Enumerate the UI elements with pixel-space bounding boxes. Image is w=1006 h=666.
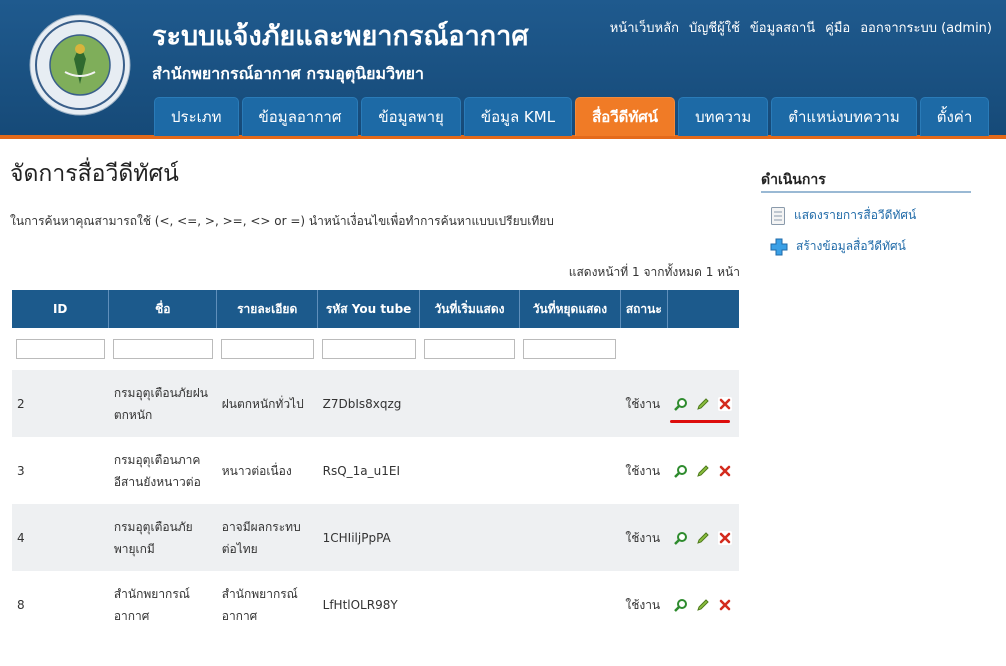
sidebar-link-list-label: แสดงรายการสื่อวีดีทัศน์ <box>794 208 917 222</box>
cell-youtube: 1CHIiljPpPA <box>317 504 420 571</box>
cell-id: 3 <box>12 437 109 504</box>
tab-storm-data[interactable]: ข้อมูลพายุ <box>361 97 461 136</box>
sidebar-divider <box>761 191 971 193</box>
tab-articles[interactable]: บทความ <box>678 97 769 136</box>
view-icon[interactable] <box>674 531 688 545</box>
view-icon[interactable] <box>674 464 688 478</box>
cell-actions <box>667 571 739 638</box>
cell-name: กรมอุตุเตือนภัยฝนตกหนัก <box>108 370 217 437</box>
column-header-name[interactable]: ชื่อ <box>108 290 218 328</box>
tab-weather-data[interactable]: ข้อมูลอากาศ <box>241 97 359 136</box>
sidebar-link-create-video[interactable]: สร้างข้อมูลสื่อวีดีทัศน์ <box>770 237 906 256</box>
cell-detail: อาจมีผลกระทบต่อไทย <box>216 504 318 571</box>
cell-status: ใช้งาน <box>620 571 668 638</box>
view-icon[interactable] <box>674 598 688 612</box>
column-header-id[interactable]: ID <box>12 290 110 328</box>
tab-settings[interactable]: ตั้งค่า <box>919 97 990 136</box>
sidebar-link-list-videos[interactable]: แสดงรายการสื่อวีดีทัศน์ <box>770 206 916 225</box>
main-nav: ประเภท ข้อมูลอากาศ ข้อมูลพายุ ข้อมูล KML… <box>154 97 990 136</box>
site-subtitle: สำนักพยากรณ์อากาศ กรมอุตุนิยมวิทยา <box>152 64 424 83</box>
cell-status: ใช้งาน <box>620 437 668 504</box>
filter-id-input[interactable] <box>16 339 105 359</box>
column-header-youtube[interactable]: รหัส You tube <box>317 290 421 328</box>
table-row: 2 กรมอุตุเตือนภัยฝนตกหนัก ฝนตกหนักทั่วไป… <box>12 370 739 437</box>
cell-start-date <box>419 370 520 437</box>
sidebar-title: ดำเนินการ <box>761 172 826 188</box>
filter-name-input[interactable] <box>112 339 213 359</box>
view-icon[interactable] <box>674 397 688 411</box>
column-header-status[interactable]: สถานะ <box>620 290 668 328</box>
edit-icon[interactable] <box>696 397 710 411</box>
page-title: จัดการสื่อวีดีทัศน์ <box>10 161 179 187</box>
delete-icon[interactable] <box>717 598 732 612</box>
department-logo-icon[interactable] <box>29 14 131 116</box>
cell-name: กรมอุตุเตือนภัยพายุเกมี <box>108 504 217 571</box>
cell-stop-date <box>519 437 621 504</box>
page-summary: แสดงหน้าที่ 1 จากทั้งหมด 1 หน้า <box>568 265 740 279</box>
cell-detail: สำนักพยากรณ์อากาศ <box>216 571 318 638</box>
site-header: ระบบแจ้งภัยและพยากรณ์อากาศ สำนักพยากรณ์อ… <box>0 0 1006 139</box>
cell-actions <box>667 504 739 571</box>
top-link-home[interactable]: หน้าเว็บหลัก <box>610 17 679 38</box>
edit-icon[interactable] <box>696 464 710 478</box>
tab-article-positions[interactable]: ตำแหน่งบทความ <box>771 97 917 136</box>
cell-id: 2 <box>12 370 109 437</box>
tab-video-media[interactable]: สื่อวีดีทัศน์ <box>575 97 676 136</box>
site-title: ระบบแจ้งภัยและพยากรณ์อากาศ <box>152 21 529 52</box>
column-header-detail[interactable]: รายละเอียด <box>216 290 319 328</box>
add-plus-icon <box>770 238 788 255</box>
top-link-station[interactable]: ข้อมูลสถานี <box>750 17 815 38</box>
cell-stop-date <box>519 370 621 437</box>
list-document-icon <box>771 206 785 225</box>
table-row: 8 สำนักพยากรณ์อากาศ สำนักพยากรณ์อากาศ Lf… <box>12 571 739 638</box>
highlight-underline <box>670 420 730 423</box>
cell-id: 4 <box>12 504 109 571</box>
cell-start-date <box>419 571 520 638</box>
edit-icon[interactable] <box>696 598 710 612</box>
cell-youtube: RsQ_1a_u1EI <box>317 437 420 504</box>
filter-start-date-input[interactable] <box>423 339 516 359</box>
cell-start-date <box>419 437 520 504</box>
sidebar-link-create-label: สร้างข้อมูลสื่อวีดีทัศน์ <box>796 239 906 253</box>
column-header-actions <box>667 290 739 328</box>
cell-youtube: Z7DbIs8xqzg <box>317 370 420 437</box>
top-link-account[interactable]: บัญชีผู้ใช้ <box>689 17 740 38</box>
cell-id: 8 <box>12 571 109 638</box>
cell-actions <box>667 370 739 437</box>
filter-detail-input[interactable] <box>220 339 314 359</box>
cell-youtube: LfHtlOLR98Y <box>317 571 420 638</box>
table-row: 3 กรมอุตุเตือนภาคอีสานยังหนาวต่อ หนาวต่อ… <box>12 437 739 504</box>
cell-status: ใช้งาน <box>620 504 668 571</box>
tab-category[interactable]: ประเภท <box>154 97 239 136</box>
filter-row <box>12 328 739 370</box>
cell-name: สำนักพยากรณ์อากาศ <box>108 571 217 638</box>
delete-icon[interactable] <box>717 531 732 545</box>
filter-youtube-input[interactable] <box>321 339 416 359</box>
top-links: หน้าเว็บหลัก บัญชีผู้ใช้ ข้อมูลสถานี คู่… <box>610 17 992 38</box>
filter-stop-date-input[interactable] <box>523 339 617 359</box>
table-row: 4 กรมอุตุเตือนภัยพายุเกมี อาจมีผลกระทบต่… <box>12 504 739 571</box>
cell-actions <box>667 437 739 504</box>
search-hint: ในการค้นหาคุณสามารถใช้ (<, <=, >, >=, <>… <box>10 214 554 228</box>
delete-icon[interactable] <box>717 397 732 411</box>
cell-status: ใช้งาน <box>620 370 668 437</box>
column-header-start-date[interactable]: วันที่เริ่มแสดง <box>419 290 520 328</box>
cell-stop-date <box>519 571 621 638</box>
column-header-stop-date[interactable]: วันที่หยุดแสดง <box>519 290 621 328</box>
cell-detail: หนาวต่อเนื่อง <box>216 437 318 504</box>
tab-kml-data[interactable]: ข้อมูล KML <box>463 97 573 136</box>
cell-stop-date <box>519 504 621 571</box>
cell-detail: ฝนตกหนักทั่วไป <box>216 370 318 437</box>
video-table: ID ชื่อ รายละเอียด รหัส You tube วันที่เ… <box>12 290 739 638</box>
cell-name: กรมอุตุเตือนภาคอีสานยังหนาวต่อ <box>108 437 217 504</box>
top-link-logout[interactable]: ออกจากระบบ (admin) <box>860 17 992 38</box>
top-link-manual[interactable]: คู่มือ <box>825 17 850 38</box>
cell-start-date <box>419 504 520 571</box>
delete-icon[interactable] <box>717 464 732 478</box>
edit-icon[interactable] <box>696 531 710 545</box>
table-header-row: ID ชื่อ รายละเอียด รหัส You tube วันที่เ… <box>12 290 739 328</box>
